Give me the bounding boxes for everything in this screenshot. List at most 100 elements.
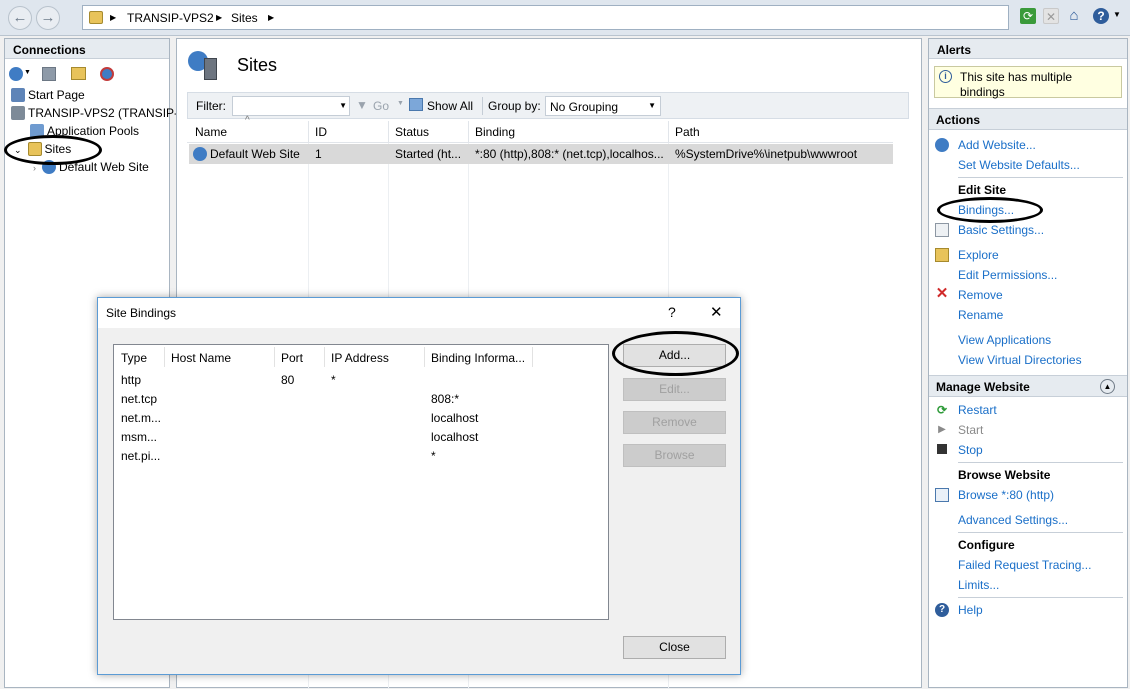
show-all-button[interactable]: Show All [427, 99, 473, 113]
iis-folder-icon [89, 11, 103, 24]
manage-website-label: Manage Website [936, 380, 1030, 394]
edit-binding-button[interactable]: Edit... [623, 378, 726, 401]
list-item[interactable]: http 80 * [114, 371, 608, 390]
refresh-icon[interactable]: ⟳ [1020, 8, 1036, 24]
group-by-label: Group by: [488, 99, 541, 113]
binding-info: localhost [431, 411, 479, 425]
tree-start-page[interactable]: Start Page [11, 88, 85, 102]
collapse-chevron-icon[interactable]: › [33, 163, 36, 173]
column-type[interactable]: Type [121, 351, 147, 365]
collapse-section-icon[interactable]: ▲ [1100, 379, 1115, 394]
edit-permissions-link[interactable]: Edit Permissions... [958, 268, 1057, 282]
site-name: Default Web Site [210, 147, 300, 161]
show-all-icon [409, 98, 423, 111]
rename-link[interactable]: Rename [958, 308, 1003, 322]
forward-button[interactable]: → [36, 6, 60, 30]
restart-link[interactable]: Restart [958, 403, 997, 417]
column-port[interactable]: Port [281, 351, 303, 365]
filter-toolbar: Filter: ▼ ▼ Go ▼ Show All Group by: No G… [187, 92, 909, 119]
bindings-list[interactable]: Type Host Name Port IP Address Binding I… [113, 344, 609, 620]
column-path[interactable]: Path [669, 121, 893, 143]
binding-type: http [121, 373, 142, 387]
go-dropdown-icon[interactable]: ▼ [397, 100, 404, 107]
start-link[interactable]: Start [958, 423, 983, 437]
help-dropdown-icon[interactable]: ▼ [1113, 10, 1121, 19]
binding-info: * [431, 449, 436, 463]
add-website-icon [935, 138, 949, 152]
column-ip-address[interactable]: IP Address [331, 351, 389, 365]
column-host-name[interactable]: Host Name [171, 351, 231, 365]
breadcrumb-server[interactable]: TRANSIP-VPS2 [127, 11, 214, 25]
actions-panel: Alerts i This site has multiple bindings… [928, 38, 1128, 688]
connect-dropdown-icon[interactable]: ▼ [24, 69, 31, 76]
alert-message: This site has multiple bindings [960, 70, 1073, 99]
explore-link[interactable]: Explore [958, 248, 999, 262]
save-icon[interactable] [42, 67, 56, 81]
close-dialog-button[interactable]: Close [623, 636, 726, 659]
limits-link[interactable]: Limits... [958, 578, 999, 592]
section-separator [958, 462, 1123, 463]
actions-title: Actions [929, 108, 1127, 130]
column-binding-info[interactable]: Binding Informa... [431, 351, 525, 365]
list-item[interactable]: net.m... localhost [114, 409, 608, 428]
remove-binding-button[interactable]: Remove [623, 411, 726, 434]
help-icon[interactable]: ? [1093, 8, 1109, 24]
go-filter-icon: ▼ [356, 98, 368, 112]
basic-settings-link[interactable]: Basic Settings... [958, 223, 1044, 237]
view-applications-link[interactable]: View Applications [958, 333, 1051, 347]
set-website-defaults-link[interactable]: Set Website Defaults... [958, 158, 1080, 172]
disconnect-icon[interactable] [100, 67, 114, 81]
start-icon: ▶ [938, 424, 946, 435]
filter-input[interactable]: ▼ [232, 96, 350, 116]
basic-settings-icon [935, 223, 949, 237]
list-item[interactable]: net.tcp 808:* [114, 390, 608, 409]
dialog-close-icon[interactable]: ✕ [710, 303, 723, 321]
page-title: Sites [237, 55, 278, 75]
breadcrumb-separator-icon: ▶ [216, 13, 223, 22]
breadcrumb-separator-icon: ▶ [268, 13, 275, 22]
connect-globe-icon[interactable] [9, 67, 23, 81]
browse-link[interactable]: Browse *:80 (http) [958, 488, 1054, 502]
start-page-icon [11, 88, 25, 102]
failed-request-tracing-link[interactable]: Failed Request Tracing... [958, 558, 1091, 572]
column-id[interactable]: ID [309, 121, 389, 143]
help-icon: ? [935, 603, 949, 617]
address-bar[interactable]: ▶ TRANSIP-VPS2 ▶ Sites ▶ [82, 5, 1009, 30]
stop-loading-icon[interactable]: ✕ [1043, 8, 1059, 24]
connections-toolbar: ▼ [9, 65, 169, 85]
browse-binding-button[interactable]: Browse [623, 444, 726, 467]
site-binding: *:80 (http),808:* (net.tcp),localhos... [475, 147, 664, 161]
back-button[interactable]: ← [8, 6, 32, 30]
view-virtual-directories-link[interactable]: View Virtual Directories [958, 353, 1082, 367]
table-row[interactable]: Default Web Site 1 Started (ht... *:80 (… [189, 144, 893, 164]
filter-label: Filter: [196, 99, 226, 113]
stop-link[interactable]: Stop [958, 443, 983, 457]
breadcrumb-sites[interactable]: Sites [231, 11, 258, 25]
header-divider [164, 347, 165, 367]
dialog-titlebar: Site Bindings ? ✕ [98, 298, 740, 328]
list-item[interactable]: net.pi... * [114, 447, 608, 466]
add-website-link[interactable]: Add Website... [958, 138, 1036, 152]
column-status[interactable]: Status [389, 121, 469, 143]
remove-link[interactable]: Remove [958, 288, 1003, 302]
dialog-help-button[interactable]: ? [668, 304, 676, 320]
sort-ascending-icon: ^ [245, 115, 250, 126]
toolbar-separator [482, 97, 483, 115]
header-divider [424, 347, 425, 367]
group-by-dropdown-icon[interactable]: ▼ [648, 101, 656, 110]
restart-icon: ⟳ [936, 403, 948, 417]
edit-site-heading: Edit Site [958, 183, 1007, 197]
filter-dropdown-icon[interactable]: ▼ [339, 101, 347, 110]
list-item[interactable]: msm... localhost [114, 428, 608, 447]
group-by-select[interactable]: No Grouping ▼ [545, 96, 661, 116]
tree-server[interactable]: TRANSIP-VPS2 (TRANSIP- [11, 106, 178, 120]
sites-header-icon [188, 49, 220, 81]
advanced-settings-link[interactable]: Advanced Settings... [958, 513, 1068, 527]
home-icon[interactable]: ⌂ [1066, 8, 1082, 24]
tree-server-label: TRANSIP-VPS2 (TRANSIP- [28, 106, 179, 120]
website-globe-icon [193, 147, 207, 161]
go-button[interactable]: Go [373, 99, 389, 113]
column-binding[interactable]: Binding [469, 121, 669, 143]
help-link[interactable]: Help [958, 603, 983, 617]
up-folder-icon[interactable] [71, 67, 86, 80]
